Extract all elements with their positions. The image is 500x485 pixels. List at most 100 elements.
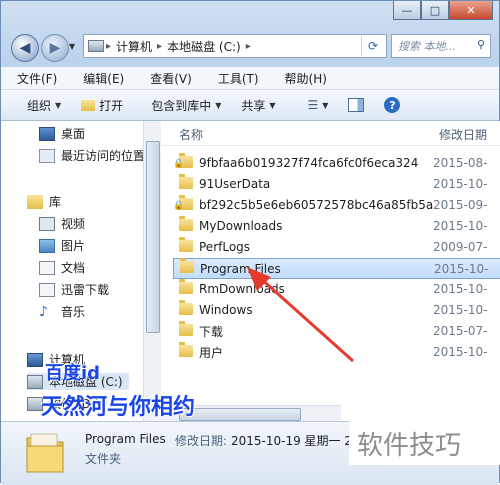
modified-label: 修改日期: [175,434,228,448]
folder-icon [179,215,193,231]
file-name: PerfLogs [199,240,251,254]
folder-icon [179,320,193,336]
address-bar[interactable]: ▸ 计算机 ▸ 本地磁盘 (C:) ▸ [83,34,387,58]
file-name: 91UserData [199,177,271,191]
file-row[interactable]: Program Files 2015-10- [173,258,500,279]
open-button[interactable]: 打开 [71,97,133,114]
picture-icon [39,238,55,253]
chevron-right-icon: ▸ [245,40,251,52]
file-name: 下载 [199,324,224,339]
nav-item-documents[interactable]: 文档 [39,259,85,276]
watermark-text: 软件技巧 [357,431,462,461]
file-date: 2015-10- [433,219,488,233]
hscrollbar-thumb[interactable] [179,408,301,421]
download-folder-icon [39,282,55,297]
nav-item-music[interactable]: ♪ 音乐 [39,303,85,320]
file-row[interactable]: 下载 2015-07- [173,320,500,341]
maximize-button[interactable]: □ [421,1,449,20]
video-icon [39,216,55,231]
column-modified[interactable]: 修改日期 [439,126,487,143]
lock-icon: 🔒 [173,200,185,211]
open-folder-icon [81,99,96,111]
modified-value: 2015-10-19 星期一 21 [231,434,360,448]
include-in-library-button[interactable]: 包含到库中 ▼ [133,97,231,114]
menu-edit[interactable]: 编辑(E) [67,70,134,87]
drive-icon [27,374,43,389]
nav-item-label: 文档 [61,261,86,275]
selected-item-name: Program Files [85,432,166,446]
nav-item-thunder-downloads[interactable]: 迅雷下载 [39,281,109,298]
file-row[interactable]: 用户 2015-10- [173,341,500,362]
folder-icon [179,278,193,294]
breadcrumb-drive-c[interactable]: 本地磁盘 (C:) [164,38,244,55]
file-date: 2015-10- [433,303,488,317]
file-row[interactable]: 🔒 9fbfaa6b019327f74fca6fc0f6eca324 2015-08… [173,152,500,173]
nav-item-recent[interactable]: 最近访问的位置 [39,147,145,164]
nav-scrollbar-thumb[interactable] [146,141,160,333]
help-button[interactable]: ? [374,97,410,113]
nav-item-label: 音乐 [61,305,86,319]
dropdown-arrow-icon: ▼ [215,100,222,110]
window-controls: — □ ✕ [393,1,493,20]
nav-item-label: 库 [49,195,62,209]
forward-button[interactable]: ▶ [41,34,69,62]
file-row[interactable]: 91UserData 2015-10- [173,173,500,194]
file-row[interactable]: MyDownloads 2015-10- [173,215,500,236]
file-row[interactable]: Windows 2015-10- [173,299,500,320]
nav-scrollbar[interactable] [143,121,161,421]
file-name: MyDownloads [199,219,283,233]
minimize-button[interactable]: — [393,1,421,20]
nav-item-label: 图片 [61,239,86,253]
view-list-icon: ☰ [307,98,319,112]
menu-help[interactable]: 帮助(H) [269,70,337,87]
computer-icon [27,352,43,367]
nav-item-desktop[interactable]: 桌面 [39,125,85,142]
menu-file[interactable]: 文件(F) [1,70,67,87]
folder-icon [179,173,193,189]
history-dropdown-icon[interactable]: ▼ [69,42,75,51]
file-row[interactable]: 🔒 bf292c5b5e6eb60572578bc46a85fb5a 2015-09… [173,194,500,215]
organize-button[interactable]: 组织 ▼ [1,97,71,114]
nav-item-libraries[interactable]: 库 [27,193,61,210]
forward-arrow-icon: ▶ [49,40,61,56]
dropdown-arrow-icon: ▼ [322,100,329,110]
refresh-icon: ⟳ [367,39,379,53]
preview-pane-button[interactable] [338,98,374,112]
column-name[interactable]: 名称 [179,126,203,143]
file-row[interactable]: PerfLogs 2009-07- [173,236,500,257]
view-options-button[interactable]: ☰ ▼ [298,98,339,112]
help-icon: ? [384,97,401,113]
document-icon [39,260,55,275]
nav-item-pictures[interactable]: 图片 [39,237,85,254]
file-name: bf292c5b5e6eb60572578bc46a85fb5a [199,198,433,212]
back-button[interactable]: ◀ [11,34,39,62]
search-input[interactable]: 搜索 本地... ⚲ [391,34,491,58]
close-button[interactable]: ✕ [449,1,493,20]
breadcrumb-computer[interactable]: 计算机 [113,38,155,55]
file-date: 2009-07- [433,240,488,254]
file-name: Program Files [200,261,281,276]
nav-item-label: 迅雷下载 [61,283,110,297]
menu-view[interactable]: 查看(V) [134,70,202,87]
column-header: 名称 修改日期 [161,121,500,146]
chevron-right-icon: ▸ [157,40,163,52]
search-icon: ⚲ [476,38,485,51]
file-date: 2015-09- [433,198,488,212]
menu-bar: 文件(F) 编辑(E) 查看(V) 工具(T) 帮助(H) [1,67,499,90]
menu-tools[interactable]: 工具(T) [202,70,269,87]
file-row[interactable]: RmDownloads 2015-10- [173,278,500,299]
explorer-window: — □ ✕ ◀ ▶ ▼ ▸ 计算机 ▸ 本地磁盘 (C:) ▸ ⟳ 搜索 本地.… [0,0,500,485]
folder-icon [179,341,193,357]
refresh-button[interactable]: ⟳ [361,36,384,56]
command-bar: 组织 ▼ 打开 包含到库中 ▼ 共享 ▼ ☰ ▼ ? [1,90,499,121]
include-label: 包含到库中 [151,98,212,113]
nav-item-label: 视频 [61,217,86,231]
share-button[interactable]: 共享 ▼ [231,97,285,114]
folder-large-icon [25,430,65,474]
file-date: 2015-08- [433,156,488,170]
selected-item-type: 文件夹 [85,452,122,466]
overlay-caption-slogan: 天然河与你相约 [41,395,196,420]
file-date: 2015-07- [433,324,488,338]
nav-item-videos[interactable]: 视频 [39,215,85,232]
file-date: 2015-10- [433,282,488,296]
